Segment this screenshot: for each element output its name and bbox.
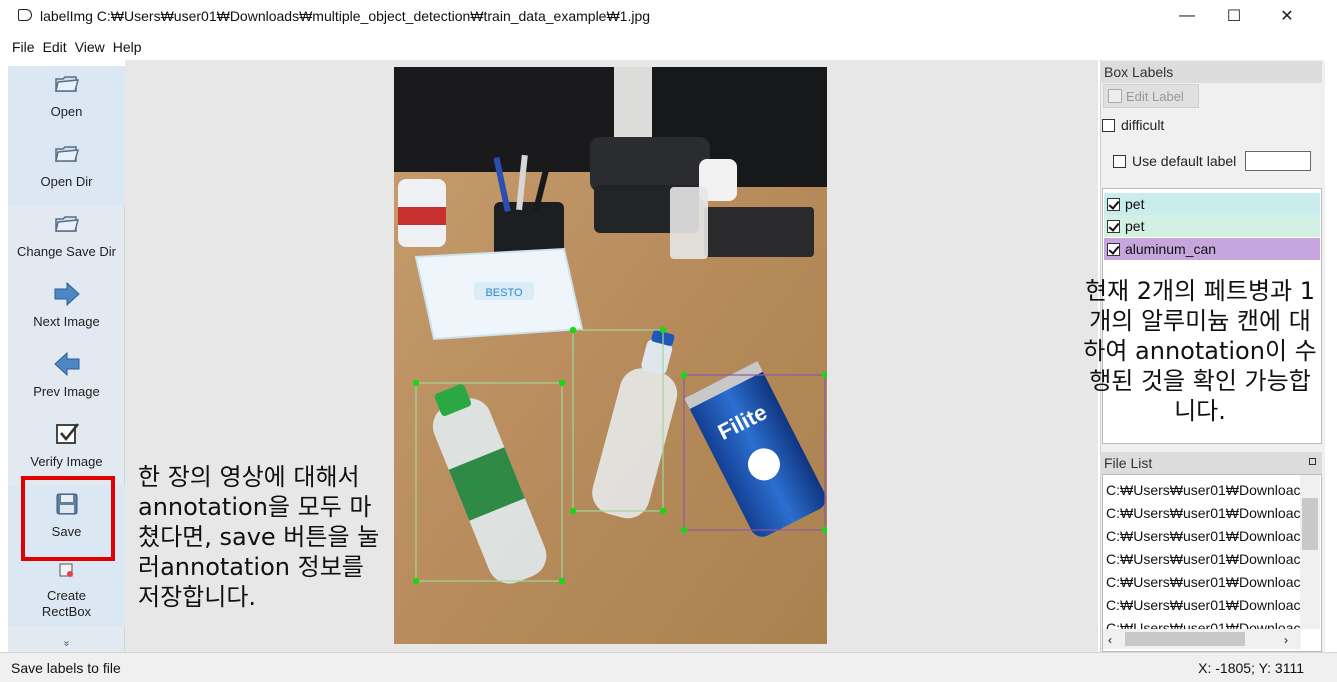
pencil-icon — [1108, 89, 1122, 103]
label-item-aluminum-can[interactable]: aluminum_can — [1104, 238, 1320, 260]
cursor-coordinates: X: -1805; Y: 3111 — [1198, 660, 1304, 676]
open-button[interactable]: Open — [8, 66, 125, 136]
label-name: pet — [1125, 196, 1145, 212]
minimize-button[interactable]: — — [1164, 4, 1210, 28]
label-item-pet[interactable]: pet — [1104, 215, 1320, 237]
menu-bar: File Edit View Help — [0, 34, 1337, 60]
verify-image-label: Verify Image — [30, 454, 103, 469]
file-list[interactable]: C:₩Users₩user01₩Downloac C:₩Users₩user01… — [1102, 474, 1322, 652]
change-save-dir-button[interactable]: Change Save Dir — [8, 206, 125, 276]
label-checkbox[interactable] — [1107, 197, 1120, 211]
label-name: pet — [1125, 218, 1145, 234]
difficult-checkbox-row[interactable]: difficult — [1102, 117, 1164, 133]
annotation-note-left: 한 장의 영상에 대해서 annotation을 모두 마쳤다면, save 버… — [138, 463, 380, 611]
file-list-item[interactable]: C:₩Users₩user01₩Downloac — [1106, 502, 1300, 524]
file-list-horizontal-scroll-thumb[interactable] — [1125, 632, 1245, 646]
arrow-right-icon — [53, 280, 81, 308]
menu-edit[interactable]: Edit — [43, 39, 67, 55]
prev-image-button[interactable]: Prev Image — [8, 346, 125, 416]
default-label-input[interactable] — [1245, 151, 1311, 171]
use-default-label-text: Use default label — [1132, 153, 1237, 169]
open-label: Open — [50, 104, 83, 119]
status-message: Save labels to file — [11, 660, 121, 676]
label-item-pet[interactable]: pet — [1104, 193, 1320, 215]
next-image-button[interactable]: Next Image — [8, 276, 125, 346]
open-dir-button[interactable]: Open Dir — [8, 136, 125, 206]
open-dir-label: Open Dir — [40, 174, 93, 189]
use-default-label-checkbox[interactable] — [1113, 154, 1126, 168]
scroll-right-icon[interactable]: › — [1284, 633, 1288, 647]
file-list-title: File List — [1104, 455, 1153, 471]
annotation-note-right: 현재 2개의 페트병과 1개의 알루미늄 캔에 대하여 annotation이 … — [1083, 277, 1317, 425]
wipes-brand-text: BESTO — [485, 287, 523, 299]
file-list-vertical-scroll-thumb[interactable] — [1302, 498, 1318, 550]
folder-icon — [53, 210, 81, 238]
toolbar: Open Open Dir Change Save Dir Next Image… — [8, 66, 125, 652]
edit-label-button[interactable]: Edit Label — [1103, 84, 1199, 108]
change-save-dir-label: Change Save Dir — [17, 244, 116, 259]
menu-help[interactable]: Help — [113, 39, 142, 55]
arrow-left-icon — [53, 350, 81, 378]
save-highlight-box — [21, 476, 115, 561]
file-list-item[interactable]: C:₩Users₩user01₩Downloac — [1106, 548, 1300, 570]
menu-file[interactable]: File — [12, 39, 35, 55]
box-labels-header: Box Labels — [1100, 61, 1322, 83]
file-list-item[interactable]: C:₩Users₩user01₩Downloac — [1106, 594, 1300, 616]
folder-icon — [53, 70, 81, 98]
menu-view[interactable]: View — [75, 39, 105, 55]
file-list-item[interactable]: C:₩Users₩user01₩Downloac — [1106, 479, 1300, 501]
file-list-header: File List — [1100, 452, 1322, 474]
photo-illustration: BESTO Filite — [394, 67, 827, 644]
title-bar: labelImg C:₩Users₩user01₩Downloads₩multi… — [0, 0, 1337, 34]
label-checkbox[interactable] — [1107, 242, 1120, 256]
undock-icon[interactable] — [1309, 458, 1316, 465]
folder-icon — [53, 140, 81, 168]
edit-label-text: Edit Label — [1126, 88, 1184, 104]
file-list-item[interactable]: C:₩Users₩user01₩Downloac — [1106, 525, 1300, 547]
scroll-left-icon[interactable]: ‹ — [1108, 633, 1112, 647]
label-name: aluminum_can — [1125, 241, 1217, 257]
difficult-label: difficult — [1121, 117, 1165, 133]
file-list-item[interactable]: C:₩Users₩user01₩Downloac — [1106, 571, 1300, 593]
close-button[interactable]: ✕ — [1264, 4, 1310, 28]
label-checkbox[interactable] — [1107, 219, 1120, 233]
photo-image[interactable]: BESTO Filite — [394, 67, 827, 644]
status-bar: Save labels to file X: -1805; Y: 3111 — [0, 652, 1337, 682]
app-icon — [18, 9, 32, 21]
use-default-label-row[interactable]: Use default label — [1113, 153, 1236, 169]
file-list-item[interactable]: C:₩Users₩user01₩Downloac — [1106, 617, 1300, 629]
rectbox-icon — [53, 560, 81, 582]
window-title: labelImg C:₩Users₩user01₩Downloads₩multi… — [40, 8, 651, 24]
prev-image-label: Prev Image — [33, 384, 100, 399]
next-image-label: Next Image — [33, 314, 100, 329]
checkmark-icon — [53, 420, 81, 448]
maximize-button[interactable]: ☐ — [1211, 4, 1257, 28]
difficult-checkbox[interactable] — [1102, 118, 1115, 132]
